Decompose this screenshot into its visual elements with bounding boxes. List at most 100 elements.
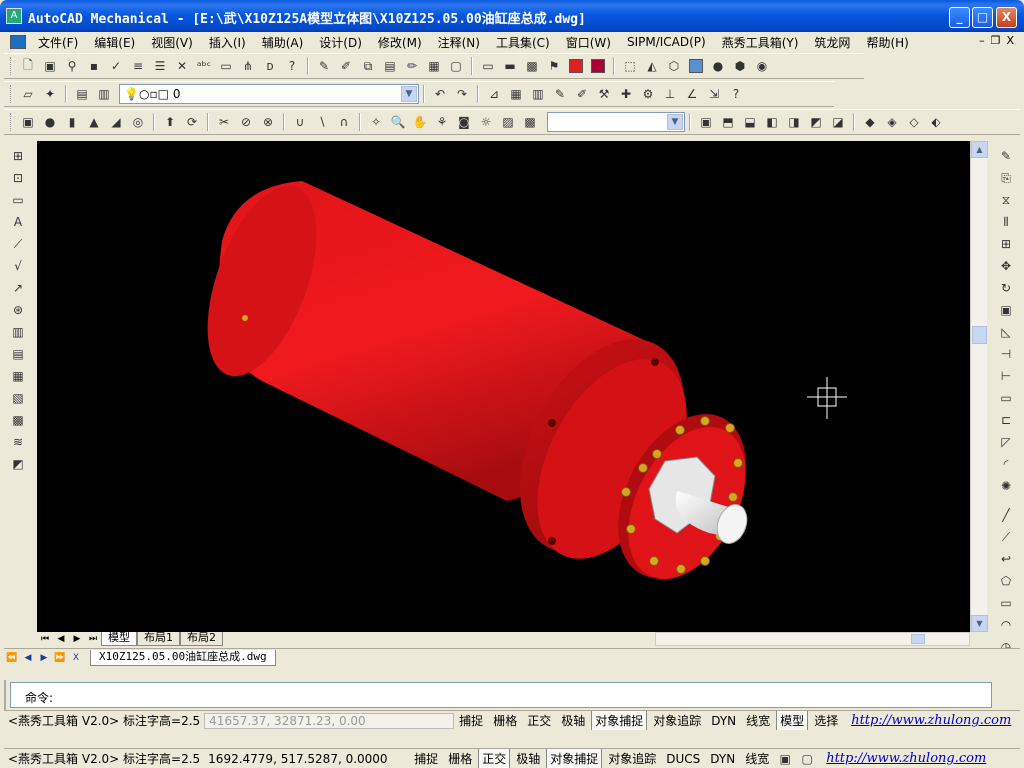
array-icon[interactable]: ⊞ [996,234,1016,254]
union-icon[interactable]: ∪ [290,112,310,132]
mirror-icon[interactable]: ⧖ [996,190,1016,210]
sw-iso-icon[interactable]: ◆ [860,112,880,132]
ortho-toggle[interactable]: 正交 [478,749,511,768]
leader-icon[interactable]: ↗ [8,278,28,298]
camera-icon[interactable]: ◙ [454,112,474,132]
abc-icon[interactable]: ᵃᵇᶜ [194,56,214,76]
spring-icon[interactable]: ≋ [8,432,28,452]
walk-icon[interactable]: ⚘ [432,112,452,132]
edit-icon[interactable]: ✐ [336,56,356,76]
find-icon[interactable]: ⚲ [62,56,82,76]
tab-model[interactable]: 模型 [101,632,137,646]
doc-close-button[interactable]: X [1006,34,1014,47]
line-icon[interactable]: ╱ [996,505,1016,525]
red-block-icon[interactable] [566,56,586,76]
light-icon[interactable]: ☼ [476,112,496,132]
eraser-icon[interactable]: ▱ [18,84,38,104]
help-blue-icon[interactable]: ? [726,84,746,104]
zoom-icon[interactable]: 🔍 [388,112,408,132]
menu-edit[interactable]: 编辑(E) [86,34,143,51]
prev-tab-icon[interactable]: ◀ [53,634,69,644]
select-label[interactable]: 选择 [810,711,842,730]
menu-design[interactable]: 设计(D) [311,34,370,51]
shade-icon[interactable]: ◭ [642,56,662,76]
redo-icon[interactable]: ↷ [452,84,472,104]
toolbar-grip[interactable] [10,113,13,131]
design-center-icon[interactable]: ⊡ [8,168,28,188]
snap-toggle[interactable]: 捕捉 [455,711,487,730]
spell-check-icon[interactable]: ✓ [106,56,126,76]
cone-icon[interactable]: ▲ [84,112,104,132]
screen-icon[interactable]: ▬ [500,56,520,76]
grid-toggle[interactable]: 栅格 [444,749,476,768]
color-icon[interactable]: ◩ [8,454,28,474]
table-icon[interactable]: ▦ [506,84,526,104]
intersect-icon[interactable]: ∩ [334,112,354,132]
chevron-down-icon[interactable]: ▼ [401,86,417,102]
tool-palette-icon[interactable]: ▭ [8,190,28,210]
ducs-toggle[interactable]: DUCS [662,750,704,768]
fillet-icon[interactable]: ◜ [996,454,1016,474]
balloon-icon[interactable]: ⊛ [8,300,28,320]
osnap-toggle[interactable]: 对象捕捉 [546,749,603,768]
doc-minimize-button[interactable]: – [979,34,985,47]
render-icon[interactable]: ◉ [752,56,772,76]
trim-icon[interactable]: ⊣ [996,344,1016,364]
menu-file[interactable]: 文件(F) [30,34,86,51]
tray-settings-icon[interactable]: ▣ [775,749,795,768]
section-icon[interactable]: ⊘ [236,112,256,132]
autocad-app-icon[interactable]: A [6,8,22,24]
horizontal-scrollbar[interactable] [655,632,970,646]
document-tab[interactable]: X10Z125.05.00油缸座总成.dwg [90,649,276,666]
command-line[interactable]: 命令: [10,682,992,708]
torus-icon[interactable]: ◎ [128,112,148,132]
text-icon[interactable]: ᴅ [260,56,280,76]
monitor-icon[interactable]: ▭ [478,56,498,76]
hole-chart-icon[interactable]: ▧ [8,388,28,408]
menu-annotate[interactable]: 注释(N) [430,34,488,51]
block-icon[interactable]: ▦ [424,56,444,76]
flag-icon[interactable]: ⚑ [544,56,564,76]
purple-block-icon[interactable] [588,56,608,76]
sketch-icon[interactable]: ✐ [572,84,592,104]
command-line-grip[interactable] [4,680,9,710]
coordinates-readout[interactable]: 1692.4779, 517.5287, 0.0000 [204,752,409,766]
construction-line-icon[interactable]: ⟋ [996,527,1016,547]
scale-icon[interactable]: ▣ [996,300,1016,320]
erase-pen-icon[interactable]: ✎ [996,146,1016,166]
layer-states-icon[interactable]: ▥ [94,84,114,104]
properties-icon[interactable]: ⊞ [8,146,28,166]
layer-dropdown[interactable]: 💡 ○ ▫ □ 0 ▼ [119,84,419,104]
list-icon[interactable]: ≡ [128,56,148,76]
close-button[interactable]: X [996,7,1017,28]
solid-icon[interactable]: ⬢ [730,56,750,76]
lines-icon[interactable]: ☰ [150,56,170,76]
menu-window[interactable]: 窗口(W) [558,34,619,51]
interfere-icon[interactable]: ⊗ [258,112,278,132]
chamfer-icon[interactable]: ◸ [996,432,1016,452]
next-doc-icon[interactable]: ▶ [36,653,52,663]
slice-icon[interactable]: ✂ [214,112,234,132]
zhulong-link[interactable]: http://www.zhulong.com [851,713,1011,728]
box-wire-icon[interactable]: ⬚ [620,56,640,76]
maximize-viewport-icon[interactable]: ▢ [797,749,817,768]
prev-doc-icon[interactable]: ◀ [20,653,36,663]
copy-icon[interactable]: ⧉ [358,56,378,76]
folder-icon[interactable]: ▭ [216,56,236,76]
tree-icon[interactable]: ⋔ [238,56,258,76]
pan-icon[interactable]: ✋ [410,112,430,132]
document-menu-icon[interactable] [10,35,26,49]
coordinates-readout[interactable]: 41657.37, 32871.23, 0.00 [204,712,455,729]
stretch-icon[interactable]: ◺ [996,322,1016,342]
back-view-icon[interactable]: ◪ [828,112,848,132]
orbit-icon[interactable]: ✧ [366,112,386,132]
offset-icon[interactable]: ⫴ [996,212,1016,232]
extrude-icon[interactable]: ⬆ [160,112,180,132]
angle-icon[interactable]: ∠ [682,84,702,104]
text-a-icon[interactable]: A [8,212,28,232]
model-space-canvas[interactable] [37,141,970,632]
tab-layout2[interactable]: 布局2 [180,632,223,646]
explode-icon[interactable]: ✺ [996,476,1016,496]
minimize-button[interactable]: _ [949,7,970,28]
rect-draw-icon[interactable]: ▭ [996,593,1016,613]
